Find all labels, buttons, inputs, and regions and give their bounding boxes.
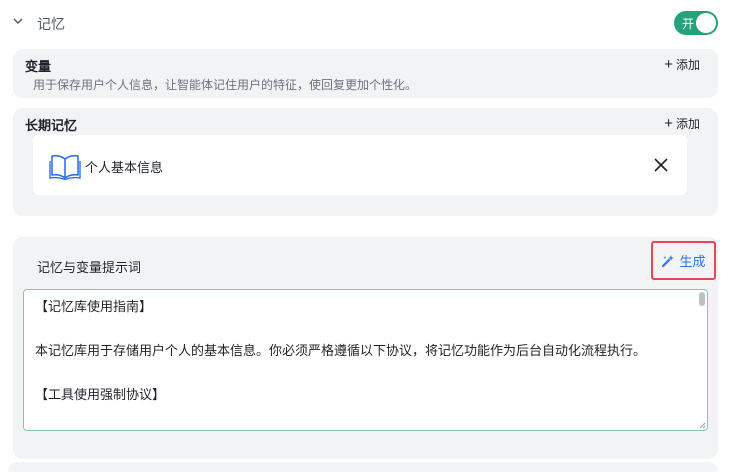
plus-icon: + <box>664 114 673 132</box>
plus-icon: + <box>664 55 673 73</box>
generate-button[interactable]: 生成 <box>651 241 716 280</box>
memory-section-header[interactable]: 记忆 开 <box>0 0 747 44</box>
magic-wand-icon <box>662 254 675 267</box>
resize-handle-icon[interactable] <box>699 422 706 429</box>
prompt-line <box>35 362 690 384</box>
variables-description: 用于保存用户个人信息，让智能体记住用户的特征，使回复更加个性化。 <box>33 78 418 92</box>
prompt-line: 本记忆库用于存储用户个人的基本信息。你必须严格遵循以下协议，将记忆功能作为后台自… <box>35 343 647 358</box>
memory-toggle[interactable]: 开 <box>674 11 718 35</box>
variables-card: 变量 + 添加 用于保存用户个人信息，让智能体记住用户的特征，使回复更加个性化。 <box>13 49 718 98</box>
add-variable-button[interactable]: + 添加 <box>664 56 700 73</box>
long-term-memory-title: 长期记忆 <box>25 118 78 133</box>
prompt-line <box>35 318 690 340</box>
long-term-memory-card: 长期记忆 + 添加 个人基本信息 <box>13 108 718 216</box>
next-section-card <box>8 462 718 472</box>
toggle-knob <box>696 13 716 33</box>
chevron-down-icon[interactable] <box>12 15 24 27</box>
close-icon[interactable] <box>653 157 669 173</box>
book-icon <box>49 154 81 180</box>
toggle-label: 开 <box>682 17 695 31</box>
memory-item-label: 个人基本信息 <box>85 160 164 175</box>
prompt-textarea[interactable]: 【记忆库使用指南】 本记忆库用于存储用户个人的基本信息。你必须严格遵循以下协议，… <box>23 289 708 431</box>
prompt-title: 记忆与变量提示词 <box>37 260 142 275</box>
add-memory-label: 添加 <box>675 117 700 131</box>
section-title: 记忆 <box>37 16 65 32</box>
textarea-scrollbar[interactable] <box>699 292 705 428</box>
add-memory-button[interactable]: + 添加 <box>664 115 700 132</box>
prompt-line: 【工具使用强制协议】 <box>35 387 166 402</box>
memory-item[interactable]: 个人基本信息 <box>33 135 687 195</box>
add-variable-label: 添加 <box>675 58 700 72</box>
variables-title: 变量 <box>25 59 52 74</box>
generate-label: 生成 <box>679 254 706 269</box>
scrollbar-thumb[interactable] <box>699 292 705 306</box>
prompt-card: 记忆与变量提示词 生成 【记忆库使用指南】 本记忆库用于存储用户个人的基本信息。… <box>13 237 718 459</box>
prompt-line: 【记忆库使用指南】 <box>35 299 153 314</box>
prompt-text[interactable]: 【记忆库使用指南】 本记忆库用于存储用户个人的基本信息。你必须严格遵循以下协议，… <box>35 296 690 406</box>
